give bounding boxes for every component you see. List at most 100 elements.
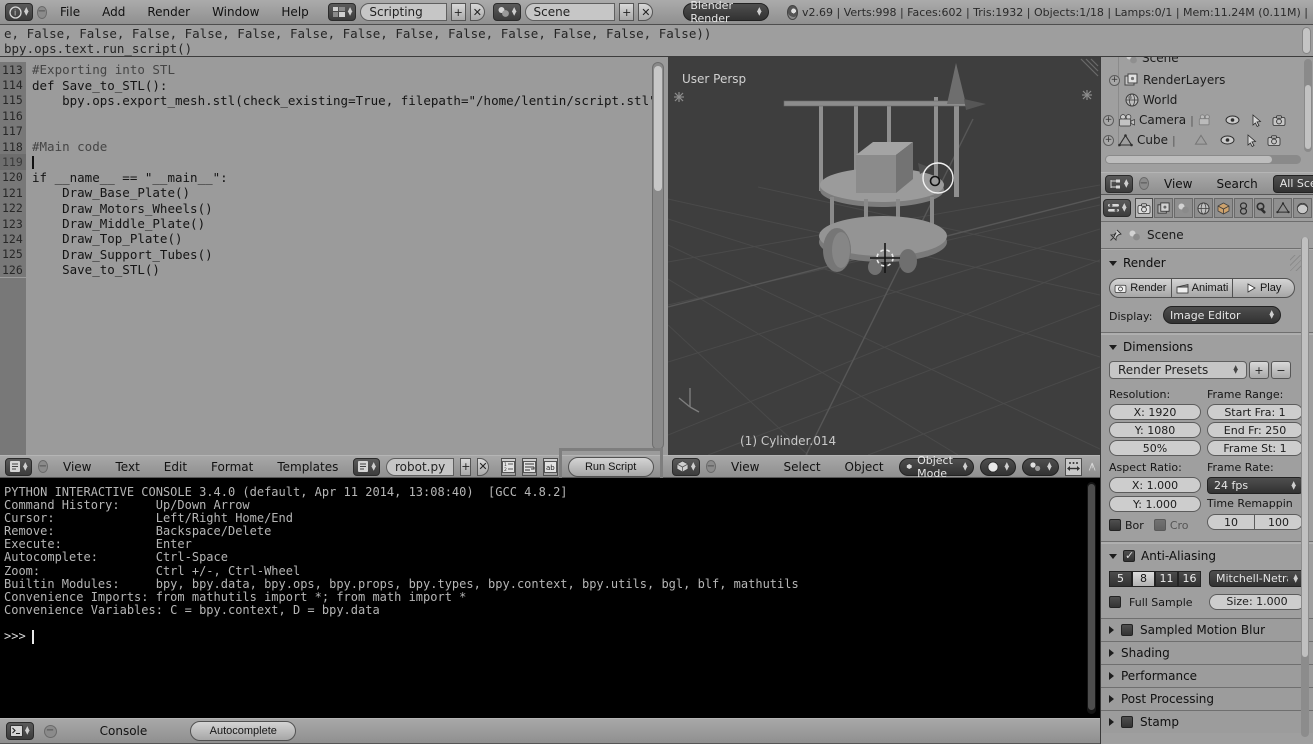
- menu-window[interactable]: Window: [203, 5, 268, 19]
- collapse-menus-button[interactable]: −: [44, 725, 57, 738]
- tab-render-layers[interactable]: [1154, 198, 1173, 218]
- border-checkbox[interactable]: [1109, 519, 1121, 531]
- screen-layout-name-field[interactable]: Scripting: [360, 3, 446, 21]
- visibility-eye-icon[interactable]: [1225, 115, 1240, 125]
- display-dropdown[interactable]: Image Editor ▲▼: [1163, 306, 1281, 324]
- tab-modifiers[interactable]: [1254, 198, 1273, 218]
- stamp-checkbox[interactable]: [1121, 716, 1133, 728]
- outliner-hscrollbar[interactable]: [1105, 155, 1301, 164]
- text-name-field[interactable]: robot.py: [386, 458, 454, 476]
- visibility-eye-icon[interactable]: [1220, 135, 1235, 145]
- viewport-3d[interactable]: User Persp (1) Cylinder.014: [668, 57, 1100, 455]
- full-sample-checkbox[interactable]: [1109, 596, 1121, 608]
- panel-stamp[interactable]: Stamp: [1101, 710, 1313, 733]
- frame-end-field[interactable]: End Fr: 250: [1207, 422, 1303, 438]
- scrollbar-thumb[interactable]: [1305, 85, 1311, 149]
- word-wrap-toggle[interactable]: [522, 458, 537, 476]
- remap-old-field[interactable]: 10: [1207, 514, 1255, 530]
- outliner-item-renderlayers[interactable]: + RenderLayers: [1109, 70, 1225, 90]
- bone-axis-icon[interactable]: [1088, 459, 1096, 475]
- editor-type-info-selector[interactable]: i ▲▼: [5, 3, 33, 21]
- render-presets-dropdown[interactable]: Render Presets ▲▼: [1109, 361, 1247, 379]
- resolution-percentage-field[interactable]: 50%: [1109, 440, 1201, 456]
- remap-new-field[interactable]: 100: [1255, 514, 1303, 530]
- tab-render[interactable]: [1135, 198, 1154, 218]
- editor-type-outliner-selector[interactable]: ▲▼: [1105, 175, 1133, 193]
- resolution-y-field[interactable]: Y: 1080: [1109, 422, 1201, 438]
- remove-preset-button[interactable]: −: [1271, 361, 1291, 379]
- expand-icon[interactable]: +: [1109, 75, 1120, 86]
- sampled-motion-blur-checkbox[interactable]: [1121, 624, 1133, 636]
- editor-type-properties-selector[interactable]: ▲▼: [1103, 199, 1131, 217]
- renderability-camera-icon[interactable]: [1272, 115, 1286, 126]
- menu-search[interactable]: Search: [1208, 177, 1267, 191]
- outliner-item-camera[interactable]: + Camera |: [1103, 110, 1311, 130]
- console-scrollbar[interactable]: [1087, 482, 1096, 714]
- run-script-button[interactable]: Run Script: [568, 457, 654, 477]
- add-preset-button[interactable]: +: [1249, 361, 1269, 379]
- python-console-area[interactable]: PYTHON INTERACTIVE CONSOLE 3.4.0 (defaul…: [0, 478, 1100, 718]
- menu-format[interactable]: Format: [202, 460, 262, 474]
- dimensions-panel-header[interactable]: Dimensions: [1101, 334, 1313, 359]
- menu-templates[interactable]: Templates: [268, 460, 347, 474]
- frame-step-field[interactable]: Frame St: 1: [1207, 440, 1303, 456]
- scrollbar-thumb[interactable]: [1303, 28, 1310, 53]
- open-toolbar-widget[interactable]: [674, 92, 684, 102]
- outliner-area[interactable]: Scene + RenderLayers World + Camera |: [1101, 57, 1313, 172]
- menu-file[interactable]: File: [51, 5, 89, 19]
- anti-aliasing-checkbox[interactable]: [1123, 550, 1135, 562]
- aa-size-field[interactable]: Size: 1.000: [1209, 594, 1305, 610]
- scene-selector[interactable]: ▲▼: [493, 3, 521, 21]
- selectability-cursor-icon[interactable]: [1246, 134, 1257, 147]
- aspect-x-field[interactable]: X: 1.000: [1109, 477, 1201, 493]
- render-engine-dropdown[interactable]: Blender Render ▲▼: [683, 3, 768, 21]
- new-text-button[interactable]: +: [460, 458, 471, 476]
- unlink-text-button[interactable]: ✕: [477, 458, 488, 476]
- properties-scrollbar[interactable]: [1301, 237, 1309, 737]
- editor-type-console-selector[interactable]: ▲▼: [6, 722, 34, 740]
- menu-render[interactable]: Render: [138, 5, 199, 19]
- tab-material[interactable]: [1293, 198, 1312, 218]
- menu-view[interactable]: View: [1155, 177, 1201, 191]
- aa-filter-dropdown[interactable]: Mitchell-Netra ▲▼: [1209, 570, 1305, 587]
- aa-samples-11[interactable]: 11: [1155, 571, 1178, 587]
- outliner-item-scene[interactable]: Scene: [1125, 57, 1179, 68]
- frame-start-field[interactable]: Start Fra: 1: [1207, 404, 1303, 420]
- mode-dropdown[interactable]: Object Mode ▲▼: [899, 458, 975, 476]
- collapse-menus-button[interactable]: −: [1139, 177, 1149, 190]
- renderability-camera-icon[interactable]: [1267, 135, 1281, 146]
- manipulator-toggle[interactable]: [1065, 458, 1082, 476]
- crop-checkbox[interactable]: [1154, 519, 1166, 531]
- animation-button[interactable]: Animati: [1171, 278, 1233, 298]
- menu-view[interactable]: View: [722, 460, 768, 474]
- console-input-line[interactable]: >>>: [4, 630, 1096, 644]
- screen-layout-selector[interactable]: ▲▼: [328, 3, 357, 21]
- pin-icon[interactable]: [1109, 229, 1122, 242]
- menu-help[interactable]: Help: [272, 5, 317, 19]
- panel-post-processing[interactable]: Post Processing: [1101, 687, 1313, 710]
- resolution-x-field[interactable]: X: 1920: [1109, 404, 1201, 420]
- panel-sampled-motion-blur[interactable]: Sampled Motion Blur: [1101, 618, 1313, 641]
- panel-shading[interactable]: Shading: [1101, 641, 1313, 664]
- panel-performance[interactable]: Performance: [1101, 664, 1313, 687]
- aa-samples-16[interactable]: 16: [1178, 571, 1201, 587]
- aspect-y-field[interactable]: Y: 1.000: [1109, 496, 1201, 512]
- aa-samples-5[interactable]: 5: [1109, 571, 1132, 587]
- menu-text[interactable]: Text: [107, 460, 149, 474]
- menu-select[interactable]: Select: [775, 460, 830, 474]
- tab-constraints[interactable]: [1234, 198, 1253, 218]
- collapse-menus-button[interactable]: −: [706, 460, 716, 473]
- tab-scene[interactable]: [1174, 198, 1193, 218]
- text-editor-scrollbar[interactable]: [652, 62, 664, 450]
- scrollbar-thumb[interactable]: [1088, 484, 1095, 710]
- collapse-menus-button[interactable]: −: [38, 460, 48, 473]
- outliner-item-cube[interactable]: + Cube |: [1103, 130, 1311, 150]
- text-editor-area[interactable]: 113#Exporting into STL 114def Save_to_ST…: [0, 57, 668, 455]
- render-panel-header[interactable]: Render: [1101, 250, 1313, 276]
- scrollbar-thumb[interactable]: [654, 66, 662, 191]
- selectability-cursor-icon[interactable]: [1251, 114, 1262, 127]
- outliner-vscrollbar[interactable]: [1304, 59, 1312, 152]
- text-datablock-selector[interactable]: ▲▼: [353, 458, 380, 476]
- outliner-item-world[interactable]: World: [1125, 90, 1177, 110]
- autocomplete-button[interactable]: Autocomplete: [190, 721, 296, 741]
